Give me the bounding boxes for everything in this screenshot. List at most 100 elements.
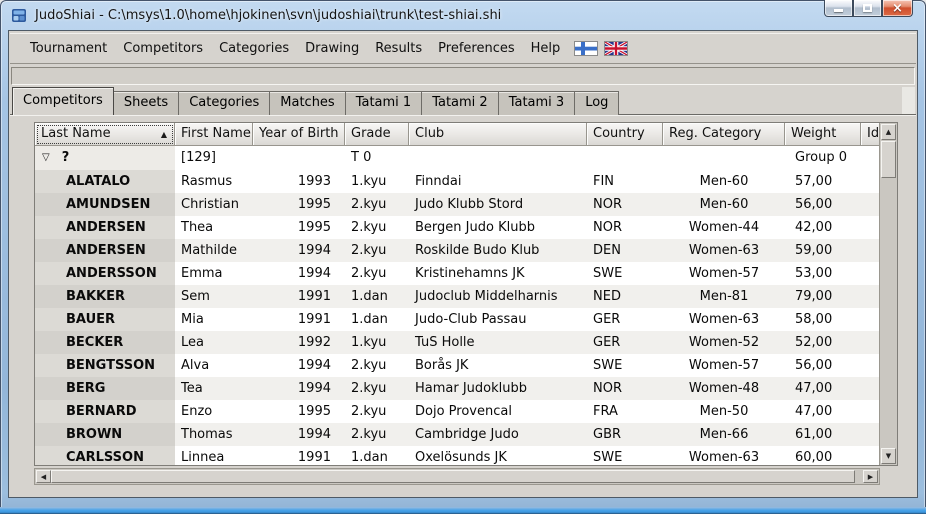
tab-log[interactable]: Log (574, 91, 619, 115)
table-row[interactable]: ANDERSSON Emma 1994 2.kyu Kristinehamns … (35, 262, 879, 285)
cell-country: NOR (587, 216, 663, 239)
cell-first-name: Sem (175, 285, 253, 308)
menubar: Tournament Competitors Categories Drawin… (10, 33, 916, 64)
table-row[interactable]: ANDERSEN Mathilde 1994 2.kyu Roskilde Bu… (35, 239, 879, 262)
cell-weight: 60,00 (785, 446, 861, 465)
maximize-button[interactable] (853, 0, 882, 17)
tab-tatami-2[interactable]: Tatami 2 (421, 91, 499, 115)
group-cell-year (253, 146, 345, 170)
finnish-flag-button[interactable] (574, 41, 598, 56)
cell-id (861, 170, 879, 193)
cell-weight: 56,00 (785, 354, 861, 377)
window-frame-bottom (0, 507, 926, 514)
cell-country: FIN (587, 170, 663, 193)
cell-year-of-birth: 1994 (253, 377, 345, 400)
vertical-scroll-thumb[interactable] (881, 141, 896, 178)
uk-flag-icon (605, 42, 627, 55)
cell-country: NOR (587, 193, 663, 216)
cell-weight: 58,00 (785, 308, 861, 331)
cell-first-name: Lea (175, 331, 253, 354)
cell-year-of-birth: 1991 (253, 308, 345, 331)
cell-country: SWE (587, 354, 663, 377)
column-header-country[interactable]: Country (587, 123, 663, 146)
tab-tatami-3[interactable]: Tatami 3 (498, 91, 576, 115)
cell-last-name: BAUER (35, 308, 175, 331)
minimize-button[interactable] (824, 0, 853, 17)
cell-reg-category: Men-50 (663, 400, 785, 423)
tab-competitors[interactable]: Competitors (12, 87, 114, 115)
table-row[interactable]: BECKER Lea 1992 1.kyu TuS Holle GER Wome… (35, 331, 879, 354)
cell-first-name: Thomas (175, 423, 253, 446)
table-row[interactable]: AMUNDSEN Christian 1995 2.kyu Judo Klubb… (35, 193, 879, 216)
cell-last-name: AMUNDSEN (35, 193, 175, 216)
table-row[interactable]: BROWN Thomas 1994 2.kyu Cambridge Judo G… (35, 423, 879, 446)
cell-reg-category: Women-44 (663, 216, 785, 239)
menu-results[interactable]: Results (367, 37, 430, 60)
column-header-last-name[interactable]: Last Name ▲ (35, 123, 175, 146)
table-row[interactable]: ANDERSEN Thea 1995 2.kyu Bergen Judo Klu… (35, 216, 879, 239)
cell-first-name: Mia (175, 308, 253, 331)
vertical-scrollbar[interactable]: ▲ ▼ (879, 123, 897, 465)
column-header-club[interactable]: Club (409, 123, 587, 146)
cell-last-name: ANDERSEN (35, 216, 175, 239)
table-row[interactable]: BERG Tea 1994 2.kyu Hamar Judoklubb NOR … (35, 377, 879, 400)
group-cell-reg-category (663, 146, 785, 170)
menu-preferences[interactable]: Preferences (430, 37, 522, 60)
cell-first-name: Emma (175, 262, 253, 285)
cell-year-of-birth: 1994 (253, 423, 345, 446)
column-header-first-name[interactable]: First Name (175, 123, 253, 146)
expander-icon[interactable]: ▽ (42, 146, 50, 170)
column-header-id[interactable]: Id (861, 123, 879, 146)
tab-categories[interactable]: Categories (178, 91, 270, 115)
cell-last-name: ANDERSSON (35, 262, 175, 285)
group-cell-club (409, 146, 587, 170)
cell-id (861, 400, 879, 423)
cell-country: GBR (587, 423, 663, 446)
finnish-flag-icon (575, 42, 597, 55)
cell-club: Hamar Judoklubb (409, 377, 587, 400)
cell-first-name: Rasmus (175, 170, 253, 193)
table-row[interactable]: CARLSSON Linnea 1991 1.dan Oxelösunds JK… (35, 446, 879, 465)
cell-club: Borås JK (409, 354, 587, 377)
cell-reg-category: Women-63 (663, 446, 785, 465)
column-header-grade[interactable]: Grade (345, 123, 409, 146)
table-row[interactable]: BENGTSSON Alva 1994 2.kyu Borås JK SWE W… (35, 354, 879, 377)
maximize-icon (863, 4, 872, 12)
group-cell-last-name: ▽ ? (35, 146, 175, 170)
horizontal-scrollbar[interactable]: ◀ ▶ (34, 468, 880, 485)
cell-weight: 47,00 (785, 400, 861, 423)
group-row[interactable]: ▽ ? [129] T 0 Group 0 (35, 146, 879, 170)
cell-grade: 2.kyu (345, 423, 409, 446)
scroll-right-button[interactable]: ▶ (863, 470, 878, 483)
column-header-reg-category[interactable]: Reg. Category (663, 123, 785, 146)
menu-tournament[interactable]: Tournament (22, 37, 115, 60)
scroll-left-button[interactable]: ◀ (36, 470, 51, 483)
cell-year-of-birth: 1993 (253, 170, 345, 193)
column-header-year-of-birth[interactable]: Year of Birth (253, 123, 345, 146)
uk-flag-button[interactable] (604, 41, 628, 56)
table-row[interactable]: BERNARD Enzo 1995 2.kyu Dojo Provencal F… (35, 400, 879, 423)
table-row[interactable]: BAUER Mia 1991 1.dan Judo-Club Passau GE… (35, 308, 879, 331)
table-row[interactable]: ALATALO Rasmus 1993 1.kyu Finndai FIN Me… (35, 170, 879, 193)
menu-help[interactable]: Help (523, 37, 569, 60)
cell-weight: 59,00 (785, 239, 861, 262)
cell-last-name: BERG (35, 377, 175, 400)
group-cell-grade: T 0 (345, 146, 409, 170)
tab-tatami-1[interactable]: Tatami 1 (345, 91, 423, 115)
cell-id (861, 262, 879, 285)
scroll-up-button[interactable]: ▲ (881, 124, 896, 140)
tab-matches[interactable]: Matches (269, 91, 345, 115)
menu-drawing[interactable]: Drawing (297, 37, 367, 60)
cell-reg-category: Men-66 (663, 423, 785, 446)
cell-last-name: ANDERSEN (35, 239, 175, 262)
horizontal-scroll-thumb[interactable] (51, 470, 855, 483)
column-header-weight[interactable]: Weight (785, 123, 861, 146)
menu-competitors[interactable]: Competitors (115, 37, 211, 60)
scroll-down-button[interactable]: ▼ (881, 448, 896, 464)
close-button[interactable]: × (882, 0, 913, 17)
titlebar[interactable]: JudoShiai - C:\msys\1.0\home\hjokinen\sv… (0, 0, 926, 30)
table-row[interactable]: BAKKER Sem 1991 1.dan Judoclub Middelhar… (35, 285, 879, 308)
menu-categories[interactable]: Categories (211, 37, 297, 60)
tab-sheets[interactable]: Sheets (113, 91, 179, 115)
cell-grade: 1.kyu (345, 331, 409, 354)
